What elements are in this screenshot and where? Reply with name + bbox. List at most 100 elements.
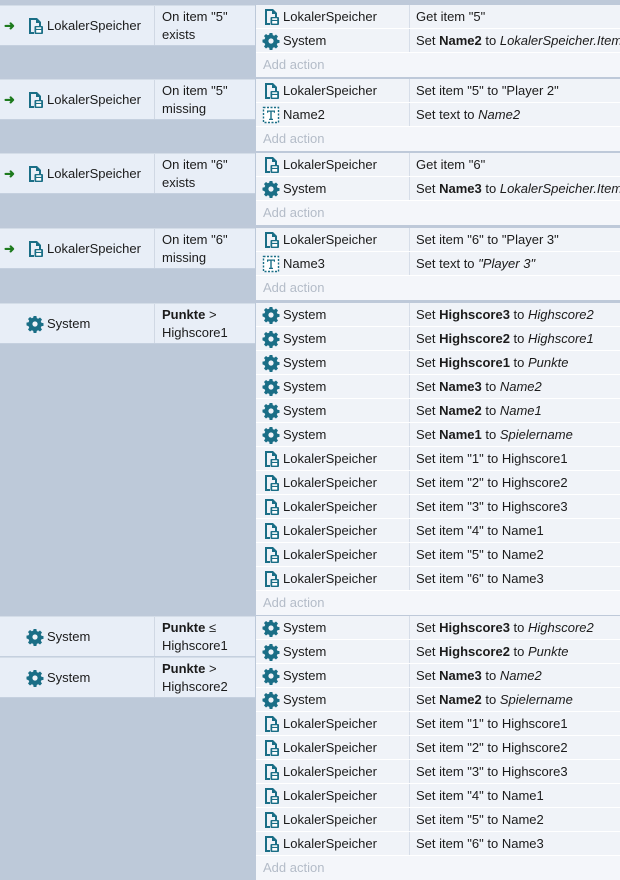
action-text[interactable]: Set Name3 to LokalerSpeicher.ItemV	[416, 181, 620, 197]
action-text[interactable]: Set Highscore3 to Highscore2	[416, 620, 620, 636]
action-row[interactable]: LokalerSpeicher Set item "5" to Name2	[256, 543, 620, 567]
event-block[interactable]: ➜ LokalerSpeicher On item "5" exists Lokaler…	[0, 5, 620, 77]
action-row[interactable]: System Set Name1 to Spielername	[256, 423, 620, 447]
action-row[interactable]: LokalerSpeicher Set item "3" to Highscore…	[256, 495, 620, 519]
condition-object[interactable]: ➜ LokalerSpeicher	[0, 154, 155, 193]
action-row[interactable]: LokalerSpeicher Set item "4" to Name1	[256, 784, 620, 808]
condition-row[interactable]: System Punkte > Highscore1	[0, 303, 255, 344]
action-row[interactable]: System Set Highscore2 to Highscore1	[256, 327, 620, 351]
event-margin[interactable]	[0, 303, 17, 615]
event-block[interactable]: ➜ LokalerSpeicher On item "6" exists Lokaler…	[0, 153, 620, 225]
action-row[interactable]: Name3 Set text to "Player 3"	[256, 252, 620, 276]
action-text[interactable]: Get item "5"	[416, 9, 620, 25]
action-row[interactable]: LokalerSpeicher Set item "5" to Name2	[256, 808, 620, 832]
action-text[interactable]: Set Name2 to LokalerSpeicher.ItemV	[416, 33, 620, 49]
action-row[interactable]: LokalerSpeicher Set item "2" to Highscore…	[256, 471, 620, 495]
add-action-link[interactable]: Add action	[263, 860, 324, 876]
action-text[interactable]: Set Highscore1 to Punkte	[416, 355, 620, 371]
condition-text[interactable]: Punkte ≤ Highscore1	[162, 619, 253, 655]
action-text[interactable]: Set item "6" to "Player 3"	[416, 232, 620, 248]
action-row[interactable]: System Set Name2 to Name1	[256, 399, 620, 423]
condition-row[interactable]: ➜ LokalerSpeicher On item "6" exists	[0, 153, 255, 194]
action-row[interactable]: System Set Highscore2 to Punkte	[256, 640, 620, 664]
add-action-row[interactable]: Add action	[256, 591, 620, 615]
add-action-row[interactable]: Add action	[256, 201, 620, 225]
action-text[interactable]: Set item "4" to Name1	[416, 788, 620, 804]
action-text[interactable]: Set item "2" to Highscore2	[416, 475, 620, 491]
action-row[interactable]: LokalerSpeicher Set item "2" to Highscore…	[256, 736, 620, 760]
action-text[interactable]: Set item "1" to Highscore1	[416, 716, 620, 732]
action-row[interactable]: LokalerSpeicher Set item "1" to Highscore…	[256, 712, 620, 736]
condition-object[interactable]: ➜ LokalerSpeicher	[0, 6, 155, 45]
condition-row[interactable]: System Punkte > Highscore2	[0, 657, 255, 698]
action-row[interactable]: LokalerSpeicher Set item "5" to "Player 2…	[256, 79, 620, 103]
action-row[interactable]: System Set Name2 to LokalerSpeicher.ItemV	[256, 29, 620, 53]
action-text[interactable]: Set Highscore3 to Highscore2	[416, 307, 620, 323]
event-block[interactable]: System Punkte > Highscore1 System Set Highsc…	[0, 303, 620, 615]
condition-object[interactable]: System	[0, 658, 155, 697]
add-action-row[interactable]: Add action	[256, 127, 620, 151]
condition-text[interactable]: Punkte > Highscore1	[162, 306, 253, 342]
condition-text[interactable]: On item "5" exists	[162, 8, 253, 44]
add-action-link[interactable]: Add action	[263, 595, 324, 611]
condition-row[interactable]: ➜ LokalerSpeicher On item "5" missing	[0, 79, 255, 120]
event-block[interactable]: ➜ LokalerSpeicher On item "5" missing Lokale…	[0, 79, 620, 151]
action-text[interactable]: Set Name2 to Spielername	[416, 692, 620, 708]
event-block[interactable]: ➜ LokalerSpeicher On item "6" missing Lokale…	[0, 228, 620, 300]
condition-row[interactable]: ➜ LokalerSpeicher On item "5" exists	[0, 5, 255, 46]
add-action-link[interactable]: Add action	[263, 57, 324, 73]
action-row[interactable]: LokalerSpeicher Set item "6" to Name3	[256, 567, 620, 591]
action-text[interactable]: Set item "3" to Highscore3	[416, 499, 620, 515]
action-text[interactable]: Set item "6" to Name3	[416, 571, 620, 587]
action-text[interactable]: Set item "2" to Highscore2	[416, 740, 620, 756]
action-text[interactable]: Set item "6" to Name3	[416, 836, 620, 852]
action-row[interactable]: System Set Name3 to LokalerSpeicher.ItemV	[256, 177, 620, 201]
action-text[interactable]: Set item "5" to Name2	[416, 547, 620, 563]
action-text[interactable]: Set Name3 to Name2	[416, 379, 620, 395]
action-text[interactable]: Set Name2 to Name1	[416, 403, 620, 419]
add-action-row[interactable]: Add action	[256, 276, 620, 300]
condition-area[interactable]	[17, 303, 255, 615]
action-row[interactable]: LokalerSpeicher Set item "1" to Highscore…	[256, 447, 620, 471]
action-text[interactable]: Set Name1 to Spielername	[416, 427, 620, 443]
action-row[interactable]: LokalerSpeicher Get item "5"	[256, 5, 620, 29]
action-row[interactable]: Name2 Set text to Name2	[256, 103, 620, 127]
action-text[interactable]: Set item "5" to "Player 2"	[416, 83, 620, 99]
action-row[interactable]: System Set Name2 to Spielername	[256, 688, 620, 712]
action-row[interactable]: LokalerSpeicher Set item "3" to Highscore…	[256, 760, 620, 784]
condition-row[interactable]: ➜ LokalerSpeicher On item "6" missing	[0, 228, 255, 269]
action-row[interactable]: System Set Highscore3 to Highscore2	[256, 303, 620, 327]
action-row[interactable]: System Set Highscore3 to Highscore2	[256, 616, 620, 640]
action-row[interactable]: LokalerSpeicher Set item "6" to "Player 3…	[256, 228, 620, 252]
condition-text[interactable]: On item "5" missing	[162, 82, 253, 118]
condition-row[interactable]: System Punkte ≤ Highscore1	[0, 616, 255, 657]
condition-text[interactable]: Punkte > Highscore2	[162, 660, 253, 696]
action-text[interactable]: Set text to "Player 3"	[416, 256, 620, 272]
condition-object[interactable]: System	[0, 304, 155, 343]
action-text[interactable]: Get item "6"	[416, 157, 620, 173]
action-text[interactable]: Set Highscore2 to Punkte	[416, 644, 620, 660]
action-text[interactable]: Set item "5" to Name2	[416, 812, 620, 828]
add-action-row[interactable]: Add action	[256, 856, 620, 880]
action-row[interactable]: System Set Highscore1 to Punkte	[256, 351, 620, 375]
action-text[interactable]: Set Name3 to Name2	[416, 668, 620, 684]
event-block[interactable]: System Punkte ≤ Highscore1 System Punkte > Hi…	[0, 616, 620, 880]
action-row[interactable]: LokalerSpeicher Set item "6" to Name3	[256, 832, 620, 856]
condition-object[interactable]: ➜ LokalerSpeicher	[0, 229, 155, 268]
add-action-link[interactable]: Add action	[263, 205, 324, 221]
action-row[interactable]: LokalerSpeicher Set item "4" to Name1	[256, 519, 620, 543]
add-action-link[interactable]: Add action	[263, 131, 324, 147]
action-row[interactable]: System Set Name3 to Name2	[256, 664, 620, 688]
action-row[interactable]: LokalerSpeicher Get item "6"	[256, 153, 620, 177]
action-text[interactable]: Set Highscore2 to Highscore1	[416, 331, 620, 347]
action-text[interactable]: Set item "4" to Name1	[416, 523, 620, 539]
action-row[interactable]: System Set Name3 to Name2	[256, 375, 620, 399]
add-action-row[interactable]: Add action	[256, 53, 620, 77]
condition-object[interactable]: ➜ LokalerSpeicher	[0, 80, 155, 119]
action-text[interactable]: Set text to Name2	[416, 107, 620, 123]
condition-text[interactable]: On item "6" exists	[162, 156, 253, 192]
add-action-link[interactable]: Add action	[263, 280, 324, 296]
condition-text[interactable]: On item "6" missing	[162, 231, 253, 267]
condition-object[interactable]: System	[0, 617, 155, 656]
action-text[interactable]: Set item "1" to Highscore1	[416, 451, 620, 467]
